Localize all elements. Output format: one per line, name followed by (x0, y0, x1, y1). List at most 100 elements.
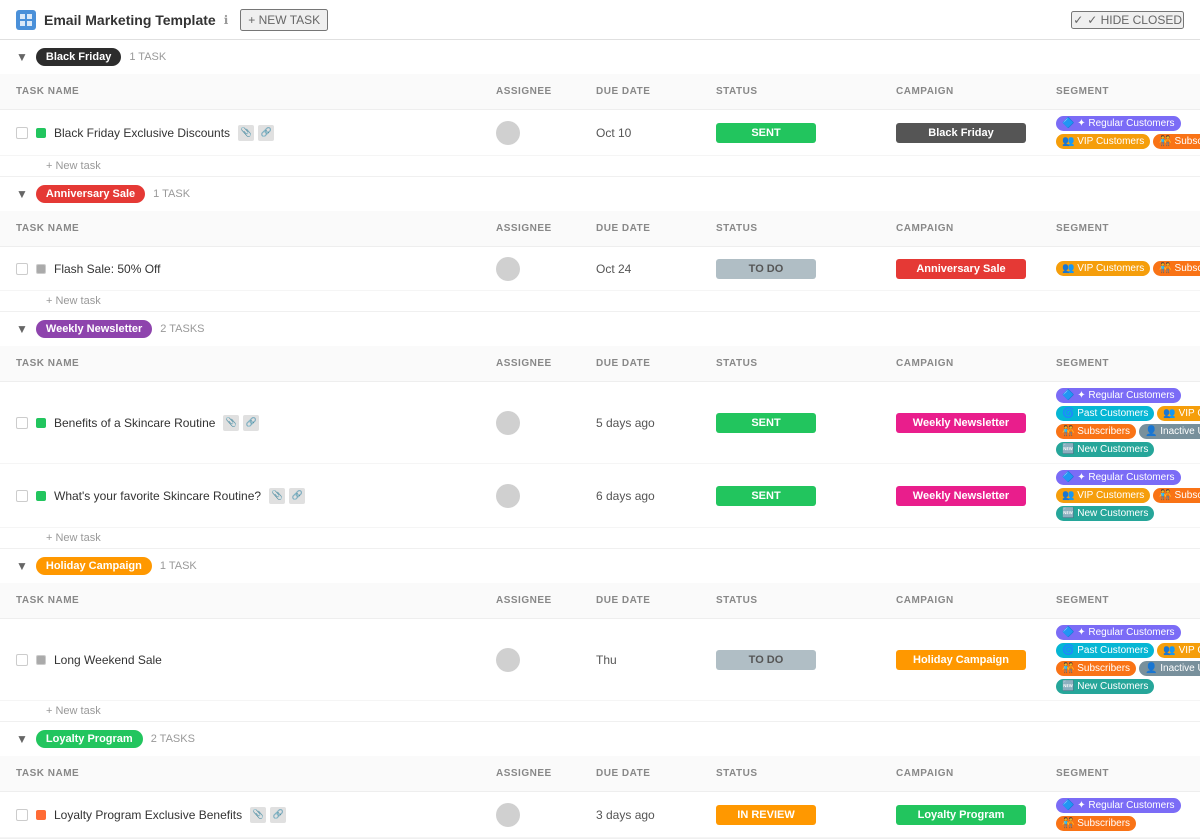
task-icons: 📎 🔗 (223, 415, 259, 431)
section-anniversary-sale: ▼ Anniversary Sale 1 TASK TASK NAME ASSI… (0, 177, 1200, 312)
assignee-cell (496, 121, 596, 145)
due-date: Thu (596, 653, 716, 667)
campaign-badge[interactable]: Loyalty Program (896, 805, 1026, 825)
section-count-black-friday: 1 TASK (129, 51, 166, 63)
task-name-cell: Flash Sale: 50% Off (16, 262, 496, 276)
collapse-icon-loyalty[interactable]: ▼ (16, 732, 28, 746)
collapse-icon-holiday[interactable]: ▼ (16, 559, 28, 573)
status-badge[interactable]: IN REVIEW (716, 805, 816, 825)
campaign-cell: Loyalty Program (896, 805, 1056, 825)
column-headers-holiday: TASK NAME ASSIGNEE DUE DATE STATUS CAMPA… (0, 583, 1200, 619)
section-count-weekly: 2 TASKS (160, 323, 204, 335)
attachment-icon[interactable]: 📎 (223, 415, 239, 431)
link-icon[interactable]: 🔗 (270, 807, 286, 823)
status-badge[interactable]: SENT (716, 413, 816, 433)
section-count-anniversary: 1 TASK (153, 188, 190, 200)
new-task-row[interactable]: + New task (0, 156, 1200, 176)
segment-tag[interactable]: 👥 VIP Customers (1056, 261, 1150, 276)
section-tag-loyalty: Loyalty Program (36, 730, 143, 748)
table-row: What's your favorite Skincare Routine? 📎… (0, 464, 1200, 528)
col-segment: SEGMENT (1056, 86, 1200, 97)
new-task-row[interactable]: + New task (0, 701, 1200, 721)
attachment-icon[interactable]: 📎 (250, 807, 266, 823)
segment-tag[interactable]: 🔷 ✦ Regular Customers (1056, 470, 1181, 485)
status-badge[interactable]: SENT (716, 486, 816, 506)
status-cell: TO DO (716, 259, 896, 279)
status-badge[interactable]: SENT (716, 123, 816, 143)
segment-tag[interactable]: 🧑‍🤝‍🧑 Subscribers (1153, 261, 1200, 276)
section-loyalty-program: ▼ Loyalty Program 2 TASKS TASK NAME ASSI… (0, 722, 1200, 839)
hide-closed-button[interactable]: ✓ ✓ HIDE CLOSED (1071, 11, 1184, 29)
segment-tag[interactable]: 🔷 ✦ Regular Customers (1056, 116, 1181, 131)
task-name[interactable]: Benefits of a Skincare Routine (54, 416, 215, 430)
section-tag-weekly: Weekly Newsletter (36, 320, 152, 338)
attachment-icon[interactable]: 📎 (238, 125, 254, 141)
task-checkbox[interactable] (16, 127, 28, 139)
campaign-badge[interactable]: Anniversary Sale (896, 259, 1026, 279)
segment-tag[interactable]: 🧑‍🤝‍🧑 Subscribers (1056, 661, 1136, 676)
task-checkbox[interactable] (16, 809, 28, 821)
col-campaign: CAMPAIGN (896, 86, 1056, 97)
segment-tag[interactable]: 🧑‍🤝‍🧑 Subscribers (1056, 816, 1136, 831)
campaign-badge[interactable]: Holiday Campaign (896, 650, 1026, 670)
col-due-date-a: DUE DATE (596, 223, 716, 234)
segment-tag[interactable]: 🔷 ✦ Regular Customers (1056, 798, 1181, 813)
segment-tag[interactable]: 🔷 ✦ Regular Customers (1056, 388, 1181, 403)
status-badge[interactable]: TO DO (716, 650, 816, 670)
info-icon[interactable]: ℹ (224, 13, 229, 27)
link-icon[interactable]: 🔗 (289, 488, 305, 504)
task-checkbox[interactable] (16, 490, 28, 502)
column-headers-black-friday: TASK NAME ASSIGNEE DUE DATE STATUS CAMPA… (0, 74, 1200, 110)
campaign-badge[interactable]: Weekly Newsletter (896, 413, 1026, 433)
task-name[interactable]: What's your favorite Skincare Routine? (54, 489, 261, 503)
segment-tag[interactable]: 🆕 New Customers (1056, 442, 1154, 457)
task-dot (36, 810, 46, 820)
col-task-name-h: TASK NAME (16, 595, 496, 606)
segment-cell: 🔷 ✦ Regular Customers 👥 VIP Customers 🧑‍… (1056, 470, 1200, 521)
segment-tag[interactable]: 👤 Inactive Users (1139, 424, 1200, 439)
col-task-name-a: TASK NAME (16, 223, 496, 234)
segment-tag[interactable]: 🌀 Past Customers (1056, 643, 1154, 658)
attachment-icon[interactable]: 📎 (269, 488, 285, 504)
section-holiday-campaign: ▼ Holiday Campaign 1 TASK TASK NAME ASSI… (0, 549, 1200, 722)
task-name-cell: Loyalty Program Exclusive Benefits 📎 🔗 (16, 807, 496, 823)
segment-tag[interactable]: 🧑‍🤝‍🧑 Subscribers (1153, 488, 1200, 503)
segment-tag[interactable]: 🆕 New Customers (1056, 506, 1154, 521)
segment-tag[interactable]: 🆕 New Customers (1056, 679, 1154, 694)
campaign-badge[interactable]: Black Friday (896, 123, 1026, 143)
segment-tag[interactable]: 🧑‍🤝‍🧑 Subscribers (1153, 134, 1200, 149)
campaign-badge[interactable]: Weekly Newsletter (896, 486, 1026, 506)
col-segment-w: SEGMENT (1056, 358, 1200, 369)
segment-tag[interactable]: 👥 VIP Customers (1056, 134, 1150, 149)
task-checkbox[interactable] (16, 263, 28, 275)
task-name[interactable]: Long Weekend Sale (54, 653, 162, 667)
link-icon[interactable]: 🔗 (258, 125, 274, 141)
col-campaign-a: CAMPAIGN (896, 223, 1056, 234)
task-name[interactable]: Black Friday Exclusive Discounts (54, 126, 230, 140)
status-badge[interactable]: TO DO (716, 259, 816, 279)
new-task-row[interactable]: + New task (0, 291, 1200, 311)
header: Email Marketing Template ℹ + NEW TASK ✓ … (0, 0, 1200, 40)
avatar (496, 411, 520, 435)
collapse-icon-black-friday[interactable]: ▼ (16, 50, 28, 64)
task-name-cell: Benefits of a Skincare Routine 📎 🔗 (16, 415, 496, 431)
new-task-row[interactable]: + New task (0, 528, 1200, 548)
segment-tag[interactable]: 👥 VIP Customers (1157, 643, 1200, 658)
task-name[interactable]: Flash Sale: 50% Off (54, 262, 161, 276)
segment-tag[interactable]: 🧑‍🤝‍🧑 Subscribers (1056, 424, 1136, 439)
link-icon[interactable]: 🔗 (243, 415, 259, 431)
segment-tag[interactable]: 👥 VIP Customers (1056, 488, 1150, 503)
task-checkbox[interactable] (16, 654, 28, 666)
segment-tag[interactable]: 🔷 ✦ Regular Customers (1056, 625, 1181, 640)
collapse-icon-weekly[interactable]: ▼ (16, 322, 28, 336)
task-name[interactable]: Loyalty Program Exclusive Benefits (54, 808, 242, 822)
task-dot (36, 128, 46, 138)
collapse-icon-anniversary[interactable]: ▼ (16, 187, 28, 201)
segment-tag[interactable]: 👤 Inactive Users (1139, 661, 1200, 676)
col-segment-l: SEGMENT (1056, 768, 1200, 779)
status-cell: SENT (716, 413, 896, 433)
segment-tag[interactable]: 🌀 Past Customers (1056, 406, 1154, 421)
task-checkbox[interactable] (16, 417, 28, 429)
segment-tag[interactable]: 👥 VIP Customers (1157, 406, 1200, 421)
new-task-button[interactable]: + NEW TASK (240, 9, 328, 31)
